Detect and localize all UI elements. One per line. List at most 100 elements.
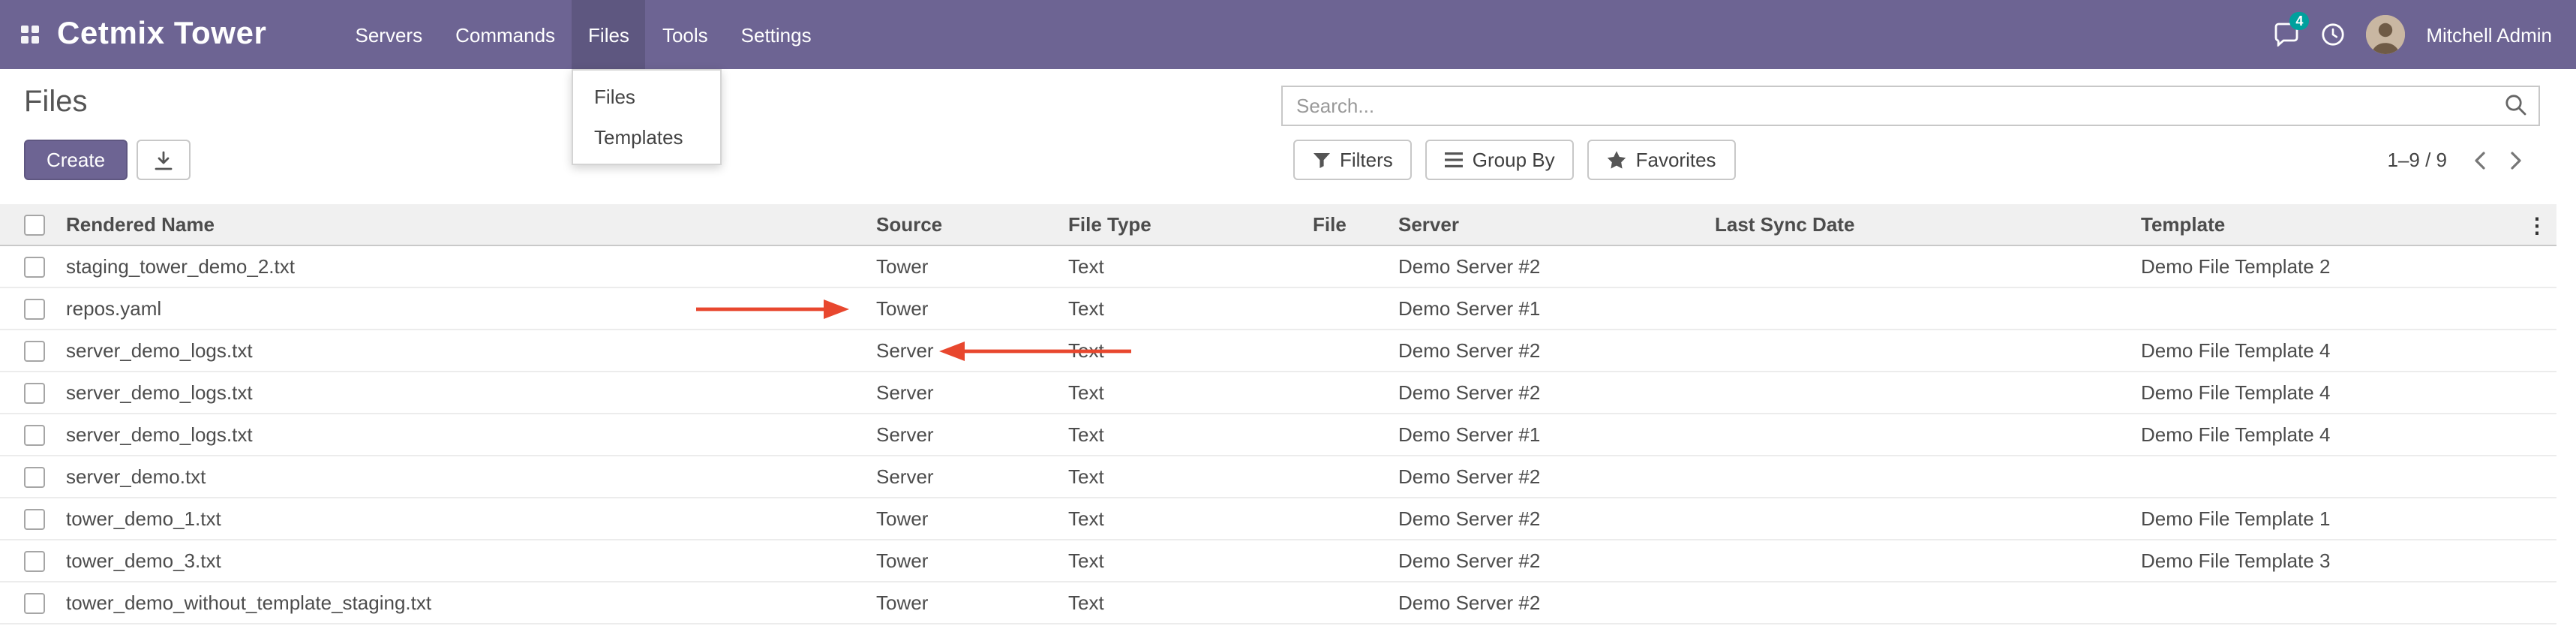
- cell-source: Server: [876, 339, 1068, 362]
- cell-source: Server: [876, 423, 1068, 446]
- menu-commands[interactable]: Commands: [439, 0, 572, 69]
- row-checkbox-cell: [0, 296, 66, 320]
- menu-tools[interactable]: Tools: [646, 0, 725, 69]
- row-checkbox[interactable]: [24, 342, 45, 363]
- table-row[interactable]: server_demo_logs.txt Server Text Demo Se…: [0, 372, 2556, 414]
- column-header-template[interactable]: Template: [2141, 213, 2556, 236]
- search-icon[interactable]: [2504, 93, 2528, 125]
- row-checkbox-cell: [0, 339, 66, 362]
- funnel-icon: [1313, 151, 1331, 169]
- cell-server: Demo Server #1: [1398, 297, 1715, 320]
- menu-servers[interactable]: Servers: [339, 0, 440, 69]
- action-buttons: Create: [24, 140, 191, 180]
- page-title: Files: [24, 86, 87, 120]
- row-checkbox[interactable]: [24, 552, 45, 573]
- cell-source: Tower: [876, 549, 1068, 572]
- cell-file-type: Text: [1068, 423, 1313, 446]
- table-row[interactable]: tower_demo_1.txt Tower Text Demo Server …: [0, 498, 2556, 540]
- app-window: Cetmix Tower Servers Commands Files File…: [0, 0, 2576, 626]
- row-checkbox[interactable]: [24, 426, 45, 447]
- pager-next-button[interactable]: [2501, 148, 2531, 172]
- navbar-systray: 4 Mitchell Admin: [2273, 0, 2552, 69]
- apps-grid-icon[interactable]: [21, 26, 39, 44]
- menu-files-label: Files: [588, 23, 629, 46]
- header-checkbox-cell: [0, 212, 66, 236]
- table-row[interactable]: server_demo_logs.txt Server Text Demo Se…: [0, 414, 2556, 456]
- cell-server: Demo Server #2: [1398, 381, 1715, 404]
- cell-source: Server: [876, 465, 1068, 488]
- table-header-row: Rendered Name Source File Type File Serv…: [0, 204, 2556, 246]
- row-checkbox[interactable]: [24, 299, 45, 321]
- cell-source: Server: [876, 381, 1068, 404]
- select-all-checkbox[interactable]: [24, 215, 45, 236]
- messages-badge: 4: [2289, 12, 2309, 30]
- dropdown-item-files[interactable]: Files: [573, 77, 720, 117]
- column-header-rendered-name[interactable]: Rendered Name: [66, 213, 876, 236]
- cell-source: Tower: [876, 507, 1068, 530]
- cell-source: Tower: [876, 591, 1068, 614]
- row-checkbox-cell: [0, 507, 66, 530]
- files-dropdown-menu: Files Templates: [572, 69, 722, 165]
- cell-rendered-name: server_demo_logs.txt: [66, 381, 876, 404]
- column-header-file[interactable]: File: [1313, 213, 1398, 236]
- group-by-button[interactable]: Group By: [1426, 140, 1575, 180]
- cell-source: Tower: [876, 255, 1068, 278]
- table-row[interactable]: repos.yaml Tower Text Demo Server #1: [0, 288, 2556, 330]
- cell-server: Demo Server #1: [1398, 423, 1715, 446]
- group-by-label: Group By: [1473, 149, 1555, 171]
- star-icon: [1608, 150, 1627, 170]
- column-header-file-type[interactable]: File Type: [1068, 213, 1313, 236]
- favorites-button[interactable]: Favorites: [1588, 140, 1736, 180]
- cell-rendered-name: server_demo.txt: [66, 465, 876, 488]
- top-navbar: Cetmix Tower Servers Commands Files File…: [0, 0, 2576, 69]
- cell-file-type: Text: [1068, 381, 1313, 404]
- table-row[interactable]: server_demo.txt Server Text Demo Server …: [0, 456, 2556, 498]
- create-button[interactable]: Create: [24, 140, 128, 180]
- table-row[interactable]: staging_tower_demo_2.txt Tower Text Demo…: [0, 246, 2556, 288]
- filters-button[interactable]: Filters: [1293, 140, 1413, 180]
- cell-template: Demo File Template 3: [2141, 549, 2556, 572]
- cell-file-type: Text: [1068, 465, 1313, 488]
- cell-template: Demo File Template 1: [2141, 507, 2556, 530]
- row-checkbox[interactable]: [24, 257, 45, 278]
- row-checkbox[interactable]: [24, 594, 45, 615]
- cell-rendered-name: tower_demo_1.txt: [66, 507, 876, 530]
- row-checkbox-cell: [0, 549, 66, 572]
- user-name[interactable]: Mitchell Admin: [2426, 23, 2552, 46]
- row-checkbox[interactable]: [24, 384, 45, 405]
- column-header-server[interactable]: Server: [1398, 213, 1715, 236]
- main-menu: Servers Commands Files Files Templates T…: [339, 0, 828, 69]
- row-checkbox-cell: [0, 423, 66, 446]
- dropdown-item-templates[interactable]: Templates: [573, 117, 720, 158]
- brand-title[interactable]: Cetmix Tower: [57, 17, 267, 53]
- control-panel: Files Create: [0, 69, 2576, 204]
- row-checkbox[interactable]: [24, 468, 45, 489]
- search-input[interactable]: [1281, 86, 2540, 126]
- export-button[interactable]: [137, 140, 191, 180]
- column-options-icon[interactable]: ⋮: [2526, 204, 2549, 246]
- cell-source: Tower: [876, 297, 1068, 320]
- activities-clock-icon[interactable]: [2321, 23, 2345, 47]
- search-options: Filters Group By Favorites: [1293, 140, 1736, 180]
- user-avatar[interactable]: [2366, 15, 2405, 54]
- row-checkbox[interactable]: [24, 510, 45, 531]
- cell-server: Demo Server #2: [1398, 255, 1715, 278]
- pager-previous-button[interactable]: [2465, 148, 2495, 172]
- menu-files[interactable]: Files Files Templates: [572, 0, 646, 69]
- table-row[interactable]: server_demo_logs.txt Server Text Demo Se…: [0, 330, 2556, 372]
- cell-file-type: Text: [1068, 339, 1313, 362]
- menu-settings[interactable]: Settings: [725, 0, 828, 69]
- cell-file-type: Text: [1068, 549, 1313, 572]
- table-row[interactable]: tower_demo_3.txt Tower Text Demo Server …: [0, 540, 2556, 582]
- view-controls: Filters Group By Favorites: [1293, 140, 2531, 180]
- column-header-last-sync-date[interactable]: Last Sync Date: [1715, 213, 2141, 236]
- cell-rendered-name: tower_demo_3.txt: [66, 549, 876, 572]
- cell-rendered-name: staging_tower_demo_2.txt: [66, 255, 876, 278]
- cell-server: Demo Server #2: [1398, 507, 1715, 530]
- cell-template: Demo File Template 4: [2141, 339, 2556, 362]
- messages-icon[interactable]: 4: [2273, 23, 2300, 47]
- cell-server: Demo Server #2: [1398, 591, 1715, 614]
- cell-file-type: Text: [1068, 591, 1313, 614]
- column-header-source[interactable]: Source: [876, 213, 1068, 236]
- table-row[interactable]: tower_demo_without_template_staging.txt …: [0, 582, 2556, 624]
